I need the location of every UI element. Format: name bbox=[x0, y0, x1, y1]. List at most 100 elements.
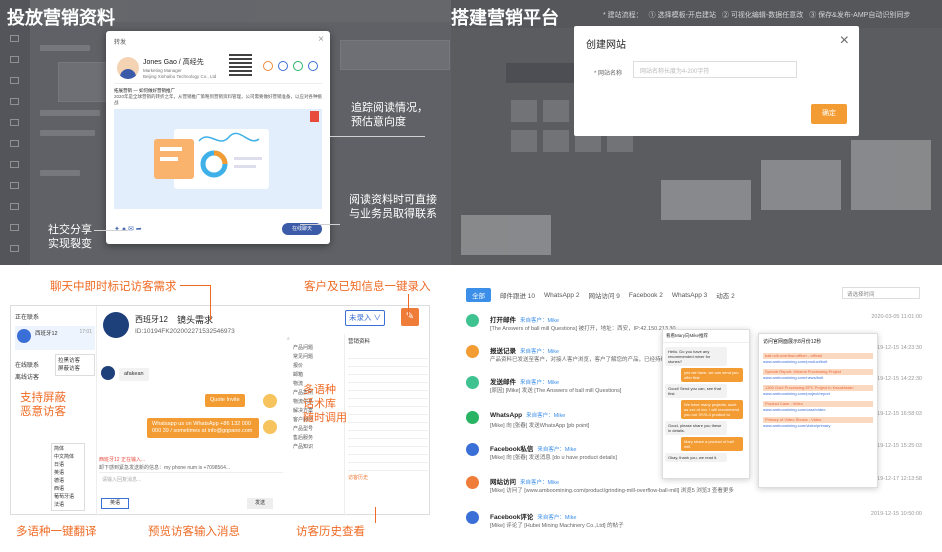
chat-message: Good, please share you these in details. bbox=[665, 421, 727, 435]
annotation-translate: 多语种一键翻译 bbox=[16, 526, 97, 538]
avatar bbox=[103, 312, 129, 338]
chat-message: Hello. Do you have any recommended mixer… bbox=[665, 347, 727, 366]
menu-blacklist[interactable]: 拉黑访客 bbox=[58, 357, 92, 365]
script-item[interactable]: 常见问题 bbox=[293, 353, 344, 362]
feed-item[interactable]: Facebook评论 来自客户：Mike [Mike] 评论了 [Hubei Min… bbox=[466, 511, 936, 536]
script-item[interactable]: 产品知识 bbox=[293, 443, 344, 452]
lang-option[interactable]: 简体 bbox=[54, 445, 82, 453]
lang-option[interactable]: 日语 bbox=[54, 461, 82, 469]
history-link[interactable]: 访客历史 bbox=[348, 474, 428, 481]
confirm-button[interactable]: 确定 bbox=[811, 104, 847, 124]
modal-title: 转发 bbox=[114, 40, 127, 46]
record-status-select[interactable]: 未录入 ∨ bbox=[345, 310, 385, 326]
tab-online[interactable]: 在线联系 bbox=[15, 360, 39, 369]
whatsapp-icon[interactable] bbox=[293, 61, 303, 71]
activity-customer[interactable]: 来自客户：Mike bbox=[526, 413, 565, 419]
feed-tab[interactable]: WhatsApp 3 bbox=[672, 292, 707, 299]
activity-icon bbox=[466, 411, 479, 424]
chat-window: 正在联系 西班牙12 17:01 在线联系 离线访客 拉黑访客 屏蔽访客 简体 … bbox=[10, 305, 431, 516]
visited-page-url[interactable]: www.amboomining.com/video/primary bbox=[763, 423, 873, 429]
reply-input[interactable]: 请输入回复消息... bbox=[99, 472, 283, 494]
script-search[interactable]: ⌕ bbox=[285, 334, 344, 344]
skype-icon[interactable] bbox=[308, 61, 318, 71]
typing-indicator: 西班牙12 正在输入... bbox=[99, 457, 146, 463]
email-icon[interactable]: ✉ bbox=[128, 226, 134, 233]
panel-marketing-materials: 投放营销资料 转发 × Jones Gao / 高经先 Marketing Ma… bbox=[0, 0, 462, 265]
script-item[interactable]: 产品型号 bbox=[293, 425, 344, 434]
annotation-one-click: 客户及已知信息一键录入 bbox=[304, 281, 431, 293]
lang-option[interactable]: 西语 bbox=[54, 485, 82, 493]
language-dropdown: 简体 中文简体 日语 英语 德语 西语 葡萄牙语 法语 bbox=[51, 443, 85, 511]
visitor-name: 西班牙12 bbox=[35, 331, 58, 337]
lang-option[interactable]: 英语 bbox=[54, 469, 82, 477]
feed-tab[interactable]: 动态 2 bbox=[716, 290, 734, 300]
script-item[interactable]: 邮箱 bbox=[293, 371, 344, 380]
feed-tab[interactable]: WhatsApp 2 bbox=[544, 292, 579, 299]
lang-option[interactable]: 德语 bbox=[54, 477, 82, 485]
feed-tab[interactable]: 全部 bbox=[466, 288, 491, 302]
preview-title: 看看Mary向Mike推荐 bbox=[663, 330, 749, 343]
annotation-block: 支持屏蔽 恶意访客 bbox=[20, 392, 66, 418]
visited-page-url[interactable]: www.amboomining.com/news/bolt bbox=[763, 375, 873, 381]
visitor-time: 17:01 bbox=[79, 329, 92, 335]
script-item[interactable]: 报价 bbox=[293, 362, 344, 371]
agent-message: Quote Invite bbox=[205, 394, 245, 407]
chat-message: Good! Send you can, see that first. bbox=[665, 384, 727, 398]
tab-offline[interactable]: 离线访客 bbox=[15, 372, 39, 381]
tab-contacting[interactable]: 正在联系 bbox=[15, 312, 39, 321]
activity-body: [原因] [Mike] 发送 [The Answers of ball mill… bbox=[490, 388, 622, 394]
step-1: ① 选择模板-开启建站 bbox=[648, 12, 716, 19]
site-name-input[interactable]: 网站名称长度为4-200字符 bbox=[633, 61, 797, 78]
create-site-modal: 创建网站 × * 网站名称 网站名称长度为4-200字符 确定 bbox=[574, 26, 859, 136]
preview-title: 访问官网面展示8月份12秒 bbox=[763, 339, 822, 345]
panel-activity-feed: 全部 邮件跟进 10 WhatsApp 2 网站访问 9 Facebook 2 Whats… bbox=[452, 271, 942, 552]
typing-preview: 卸下感到紧急发送新的信息：my phone num is +7098564... bbox=[99, 465, 231, 471]
visit-history-preview: 访问官网面展示8月份12秒 ball-mill-overflow-officer… bbox=[758, 333, 878, 488]
section-title: 投放营销资料 bbox=[7, 8, 115, 28]
visitor-details bbox=[348, 351, 428, 471]
close-icon[interactable]: × bbox=[318, 34, 324, 45]
lang-option[interactable]: 法语 bbox=[54, 501, 82, 509]
script-item[interactable]: 售后服务 bbox=[293, 434, 344, 443]
social-share-icons: ✦ ● ✉ ➦ bbox=[114, 225, 142, 233]
activity-time: 2019-12-15 16:58:03 bbox=[870, 411, 922, 417]
section-title: 搭建营销平台 bbox=[451, 8, 559, 28]
feed-tab[interactable]: 网站访问 9 bbox=[588, 290, 619, 300]
date-filter[interactable]: 请选择时间 bbox=[842, 287, 920, 299]
feed-tab[interactable]: 邮件跟进 10 bbox=[500, 290, 535, 300]
visited-page-url[interactable]: www.amboomining.com/case/video bbox=[763, 407, 873, 413]
language-select[interactable]: 英语 bbox=[101, 498, 129, 509]
visited-page-url[interactable]: www.amboomining.com/product/bolt bbox=[763, 359, 873, 365]
agent-avatar bbox=[263, 420, 277, 434]
feed-tab[interactable]: Facebook 2 bbox=[629, 292, 663, 299]
activity-body: [Mike] 访问了 [www.amboomining.com/product/… bbox=[490, 488, 734, 494]
send-button[interactable]: 发送 bbox=[247, 498, 273, 509]
script-item[interactable]: 产品问题 bbox=[293, 344, 344, 353]
activity-type: Facebook评论 来自客户：Mike bbox=[490, 514, 577, 521]
share-icon[interactable]: ➦ bbox=[136, 226, 142, 233]
messenger-icon[interactable] bbox=[278, 61, 288, 71]
visitor-info-panel: 营销资料 访客历史 bbox=[345, 334, 431, 516]
chat-message: Okay, thank you, we read it. bbox=[665, 453, 727, 462]
modal-title: 创建网站 bbox=[586, 40, 626, 51]
annotation-preview: 预览访客输入消息 bbox=[148, 526, 240, 538]
material-description: 拓展营销 — 如何做好营销推广 2020年是全球营销的转折之年，从营销推广策略到… bbox=[114, 88, 322, 106]
script-library: ⌕ 产品问题 常见问题 报价 邮箱 物流 产品案例 物流信息 解决方案 客户服务 产品型号 售后服务… bbox=[285, 334, 345, 516]
lang-option[interactable]: 中文简体 bbox=[54, 453, 82, 461]
activity-time: 2020-03-05 11:01:00 bbox=[871, 314, 922, 320]
share-modal: 转发 × Jones Gao / 高经先 Marketing Manager B… bbox=[106, 31, 330, 244]
visitor-tag[interactable]: 镜头需求 bbox=[177, 313, 213, 326]
menu-block[interactable]: 屏蔽访客 bbox=[58, 365, 92, 373]
agent-message: Whatsapp us on WhatsApp +86 132 000 000 … bbox=[147, 418, 259, 438]
lang-option[interactable]: 葡萄牙语 bbox=[54, 493, 82, 501]
chat-visitor-name: 西班牙12 bbox=[135, 315, 168, 324]
edit-record-icon[interactable]: ✎ bbox=[401, 308, 419, 326]
visited-page-url[interactable]: www.amboomining.com/project/report bbox=[763, 391, 873, 397]
phone-icon[interactable] bbox=[263, 61, 273, 71]
conversation-item[interactable]: 西班牙12 17:01 bbox=[15, 326, 95, 350]
agent-name: Jones Gao / 高经先 bbox=[143, 59, 204, 66]
steps-label: * 建站流程： bbox=[603, 12, 643, 19]
activity-time: 2019-12-17 12:13:58 bbox=[870, 476, 922, 482]
close-icon[interactable]: × bbox=[840, 32, 849, 50]
activity-type: 打开邮件 来自客户：Mike bbox=[490, 317, 560, 324]
